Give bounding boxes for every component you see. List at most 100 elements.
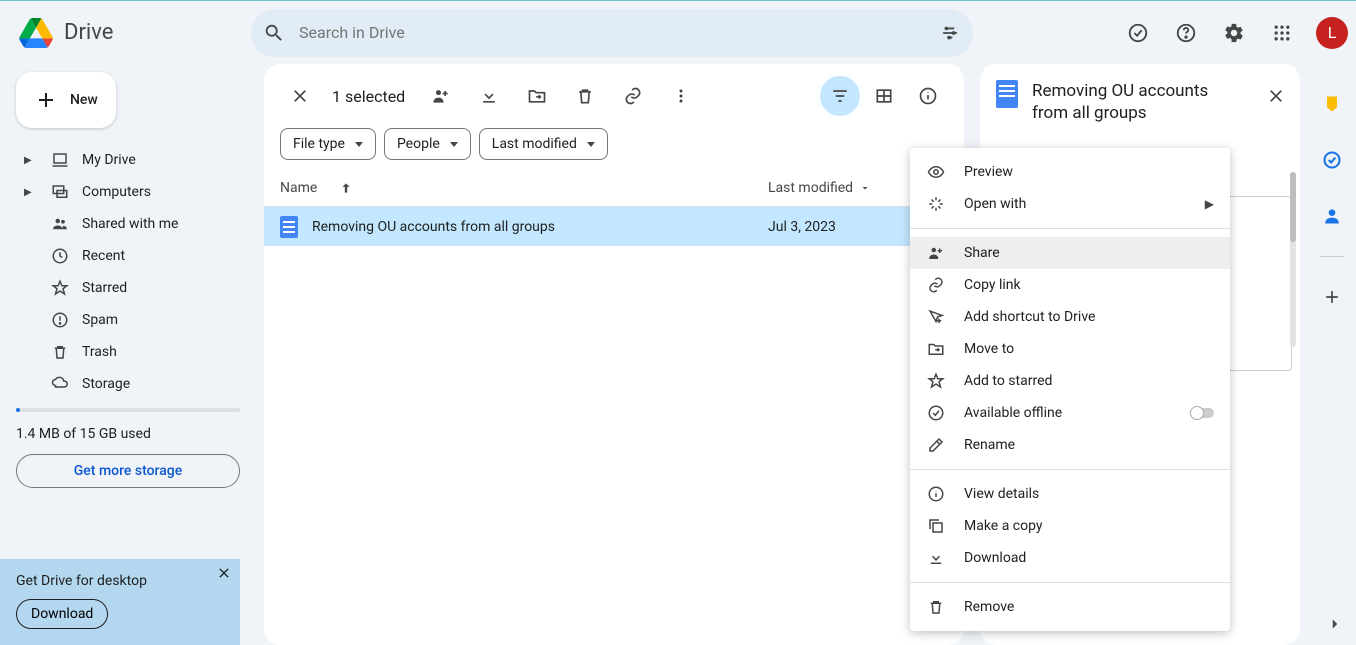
- promo-title: Get Drive for desktop: [16, 573, 224, 589]
- star-icon: [50, 279, 70, 297]
- folder-move-icon: [926, 340, 946, 358]
- chip-label: People: [397, 136, 440, 152]
- app-name: Drive: [64, 20, 113, 45]
- filter-toggle-button[interactable]: [820, 76, 860, 116]
- ctx-view-details[interactable]: View details: [910, 478, 1230, 510]
- account-avatar[interactable]: L: [1316, 17, 1348, 49]
- sidebar-item-spam[interactable]: Spam: [16, 304, 240, 336]
- ctx-move-to[interactable]: Move to: [910, 333, 1230, 365]
- settings-icon[interactable]: [1214, 13, 1254, 53]
- grid-view-button[interactable]: [864, 76, 904, 116]
- sidebar-item-label: Shared with me: [82, 216, 178, 232]
- sidebar-item-mydrive[interactable]: ▶My Drive: [16, 144, 240, 176]
- ctx-copy-link[interactable]: Copy link: [910, 269, 1230, 301]
- filter-people[interactable]: People: [384, 128, 471, 160]
- get-storage-button[interactable]: Get more storage: [16, 454, 240, 488]
- link-icon: [926, 276, 946, 294]
- drive-logo[interactable]: Drive: [16, 13, 241, 53]
- search-options-icon[interactable]: [939, 22, 961, 44]
- offline-toggle[interactable]: [1192, 408, 1214, 418]
- chevron-right-icon: ▶: [1205, 197, 1214, 211]
- storage-bar: [16, 408, 240, 412]
- move-button[interactable]: [517, 76, 557, 116]
- chevron-down-icon: [587, 142, 595, 147]
- sort-arrow-icon: [339, 181, 353, 195]
- shortcut-icon: [926, 308, 946, 326]
- ctx-remove[interactable]: Remove: [910, 591, 1230, 623]
- file-modified: Jul 3, 2023: [768, 219, 836, 235]
- shared-icon: [50, 215, 70, 233]
- delete-button[interactable]: [565, 76, 605, 116]
- sidebar-item-storage[interactable]: Storage: [16, 368, 240, 400]
- drive-icon: [16, 13, 56, 53]
- file-row[interactable]: Removing OU accounts from all groups Jul…: [264, 206, 964, 246]
- keep-icon[interactable]: [1312, 84, 1352, 124]
- recent-icon: [50, 247, 70, 265]
- edit-icon: [926, 436, 946, 454]
- ctx-label: View details: [964, 486, 1039, 502]
- close-selection-button[interactable]: [280, 76, 320, 116]
- promo-close-button[interactable]: [216, 565, 232, 581]
- selection-count: 1 selected: [332, 87, 405, 106]
- search-input[interactable]: [299, 23, 925, 42]
- sidebar-item-starred[interactable]: Starred: [16, 272, 240, 304]
- files-panel: 1 selected File type People Last modifie…: [264, 64, 964, 645]
- ctx-available-offline[interactable]: Available offline: [910, 397, 1230, 429]
- ctx-open-with[interactable]: Open with▶: [910, 188, 1230, 220]
- spam-icon: [50, 311, 70, 329]
- share-button[interactable]: [421, 76, 461, 116]
- filter-file-type[interactable]: File type: [280, 128, 376, 160]
- more-button[interactable]: [661, 76, 701, 116]
- close-details-button[interactable]: [1260, 80, 1292, 112]
- contacts-icon[interactable]: [1312, 196, 1352, 236]
- tasks-icon[interactable]: [1312, 140, 1352, 180]
- promo-download-button[interactable]: Download: [16, 599, 108, 629]
- storage-icon: [50, 375, 70, 393]
- ready-offline-icon[interactable]: [1118, 13, 1158, 53]
- sidebar-item-label: Recent: [82, 248, 125, 264]
- ctx-label: Download: [964, 550, 1026, 566]
- download-button[interactable]: [469, 76, 509, 116]
- ctx-preview[interactable]: Preview: [910, 156, 1230, 188]
- collapse-sidepanel-button[interactable]: [1326, 615, 1344, 633]
- info-icon: [926, 485, 946, 503]
- mydrive-icon: [50, 151, 70, 169]
- details-title: Removing OU accounts from all groups: [1032, 80, 1246, 124]
- sidebar-item-label: Storage: [82, 376, 130, 392]
- ctx-download[interactable]: Download: [910, 542, 1230, 574]
- ctx-separator: [910, 469, 1230, 470]
- column-name[interactable]: Name: [280, 180, 768, 196]
- chevron-down-icon: [355, 142, 363, 147]
- chevron-down-icon: [859, 182, 871, 194]
- eye-icon: [926, 163, 946, 181]
- sidebar-item-shared[interactable]: Shared with me: [16, 208, 240, 240]
- column-label: Last modified: [768, 180, 853, 196]
- file-name: Removing OU accounts from all groups: [312, 219, 555, 235]
- sidebar-item-recent[interactable]: Recent: [16, 240, 240, 272]
- get-addons-icon[interactable]: [1312, 277, 1352, 317]
- apps-icon[interactable]: [1262, 13, 1302, 53]
- ctx-make-copy[interactable]: Make a copy: [910, 510, 1230, 542]
- search-bar[interactable]: [251, 9, 973, 57]
- ctx-label: Move to: [964, 341, 1014, 357]
- ctx-add-starred[interactable]: Add to starred: [910, 365, 1230, 397]
- help-icon[interactable]: [1166, 13, 1206, 53]
- ctx-separator: [910, 228, 1230, 229]
- new-button-label: New: [70, 92, 98, 108]
- ctx-separator: [910, 582, 1230, 583]
- trash-icon: [926, 598, 946, 616]
- sidebar-item-trash[interactable]: Trash: [16, 336, 240, 368]
- ctx-share[interactable]: Share: [910, 237, 1230, 269]
- ctx-label: Add to starred: [964, 373, 1052, 389]
- offline-icon: [926, 404, 946, 422]
- scrollbar[interactable]: [1290, 172, 1296, 347]
- ctx-add-shortcut[interactable]: Add shortcut to Drive: [910, 301, 1230, 333]
- new-button[interactable]: New: [16, 72, 116, 128]
- storage-text: 1.4 MB of 15 GB used: [16, 426, 240, 442]
- link-button[interactable]: [613, 76, 653, 116]
- sidebar-item-computers[interactable]: ▶Computers: [16, 176, 240, 208]
- filter-modified[interactable]: Last modified: [479, 128, 608, 160]
- desktop-promo: Get Drive for desktop Download: [0, 559, 240, 645]
- details-toggle-button[interactable]: [908, 76, 948, 116]
- ctx-rename[interactable]: Rename: [910, 429, 1230, 461]
